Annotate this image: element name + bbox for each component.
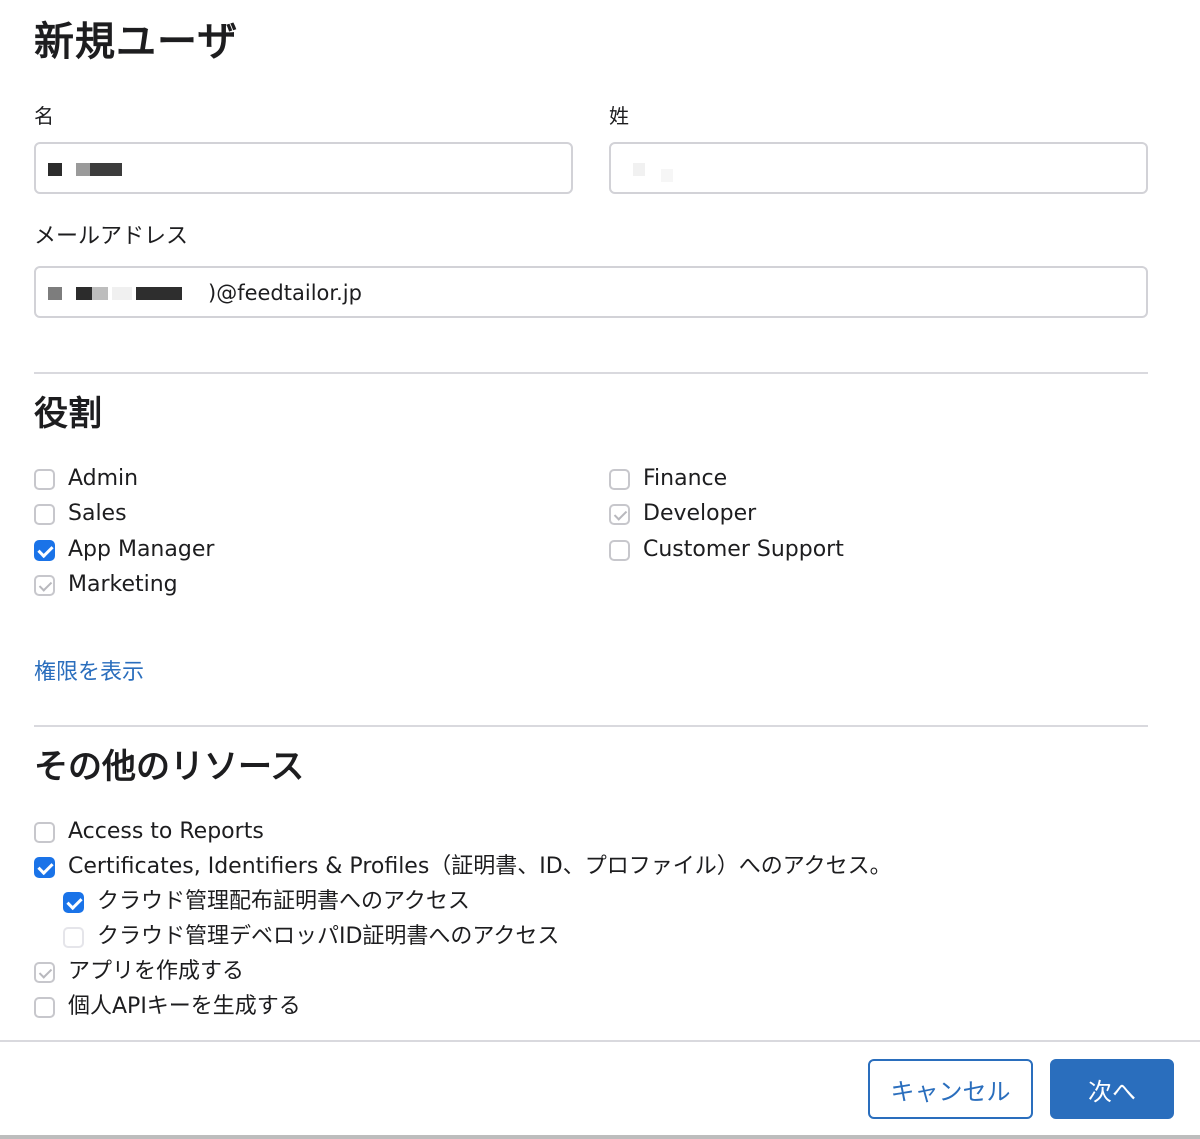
next-button[interactable]: 次へ <box>1050 1059 1174 1119</box>
checkbox-certificates-identifiers-profiles[interactable] <box>34 857 55 878</box>
checkbox-finance[interactable] <box>609 469 630 490</box>
resource-label-access-to-reports: Access to Reports <box>68 819 264 844</box>
page-title: 新規ユーザ <box>34 19 239 65</box>
checkbox-create-apps <box>34 962 55 983</box>
section-divider <box>34 725 1148 727</box>
roles-title: 役割 <box>34 394 102 434</box>
checkbox-access-to-reports[interactable] <box>34 822 55 843</box>
redacted-block <box>76 287 92 300</box>
checkbox-admin[interactable] <box>34 469 55 490</box>
email-field[interactable]: )@feedtailor.jp <box>34 266 1148 318</box>
redacted-block <box>92 287 108 300</box>
new-user-dialog: 新規ユーザ 名 姓 メールアドレス )@feedtailor.jp 役割 Adm… <box>0 0 1200 1139</box>
redacted-block <box>48 163 62 176</box>
redacted-block <box>633 163 645 176</box>
resource-label-generate-personal-api-key: 個人APIキーを生成する <box>68 994 301 1019</box>
role-label-customer-support: Customer Support <box>643 537 844 562</box>
role-label-sales: Sales <box>68 501 127 526</box>
role-label-marketing: Marketing <box>68 572 178 597</box>
resource-label-cloud-distribution-cert: クラウド管理配布証明書へのアクセス <box>97 889 470 914</box>
checkbox-generate-personal-api-key[interactable] <box>34 997 55 1018</box>
checkbox-customer-support[interactable] <box>609 540 630 561</box>
role-label-finance: Finance <box>643 466 728 491</box>
email-value: )@feedtailor.jp <box>208 281 362 305</box>
section-divider <box>34 372 1148 374</box>
resource-label-cloud-developer-id-cert: クラウド管理デベロッパID証明書へのアクセス <box>97 924 560 949</box>
last-name-field[interactable] <box>609 142 1148 194</box>
checkbox-developer <box>609 504 630 525</box>
redacted-block <box>76 163 90 176</box>
email-label: メールアドレス <box>34 224 189 249</box>
first-name-field[interactable] <box>34 142 573 194</box>
role-label-developer: Developer <box>643 501 757 526</box>
resource-label-certificates: Certificates, Identifiers & Profiles（証明書… <box>68 854 892 879</box>
first-name-label: 名 <box>34 104 54 128</box>
resources-title: その他のリソース <box>34 747 305 787</box>
last-name-label: 姓 <box>609 104 629 128</box>
footer-divider <box>0 1040 1200 1042</box>
checkbox-cloud-developer-id-cert[interactable] <box>63 927 84 948</box>
redacted-block <box>90 163 122 176</box>
checkbox-cloud-distribution-cert[interactable] <box>63 892 84 913</box>
resource-label-create-apps: アプリを作成する <box>68 959 245 984</box>
checkbox-marketing <box>34 575 55 596</box>
redacted-block <box>112 287 132 300</box>
window-bottom-edge <box>0 1135 1200 1139</box>
role-label-app-manager: App Manager <box>68 537 215 562</box>
role-label-admin: Admin <box>68 466 139 491</box>
redacted-block <box>48 287 62 300</box>
redacted-block <box>661 169 673 182</box>
show-permissions-link[interactable]: 権限を表示 <box>34 659 144 687</box>
redacted-block <box>136 287 182 300</box>
cancel-button[interactable]: キャンセル <box>868 1059 1033 1119</box>
checkbox-app-manager[interactable] <box>34 540 55 561</box>
checkbox-sales[interactable] <box>34 504 55 525</box>
